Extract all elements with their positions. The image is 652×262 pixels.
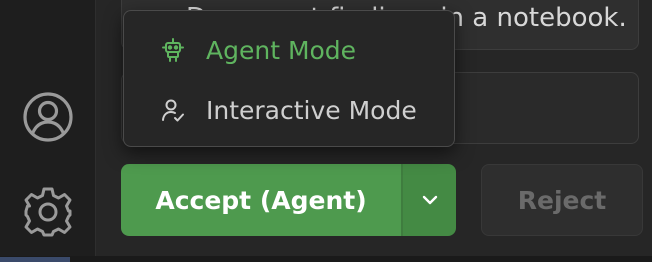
mode-dropdown-button[interactable] [403, 164, 456, 236]
accept-split-button: Accept (Agent) [121, 164, 456, 236]
status-bar-accent [0, 257, 70, 262]
activity-bar [0, 0, 96, 262]
accept-button[interactable]: Accept (Agent) [121, 164, 401, 236]
mode-menu: Agent Mode Interactive Mode [123, 10, 455, 147]
menu-item-label: Interactive Mode [206, 95, 417, 125]
person-check-icon [160, 97, 186, 123]
reject-button[interactable]: Reject [481, 164, 643, 236]
menu-item-agent-mode[interactable]: Agent Mode [124, 21, 454, 79]
chevron-down-icon [422, 195, 437, 205]
gear-icon[interactable] [22, 185, 74, 237]
status-bar [0, 256, 652, 262]
robot-icon [160, 37, 186, 63]
menu-item-interactive-mode[interactable]: Interactive Mode [124, 81, 454, 139]
menu-item-label: Agent Mode [206, 35, 357, 65]
account-icon[interactable] [22, 91, 74, 143]
